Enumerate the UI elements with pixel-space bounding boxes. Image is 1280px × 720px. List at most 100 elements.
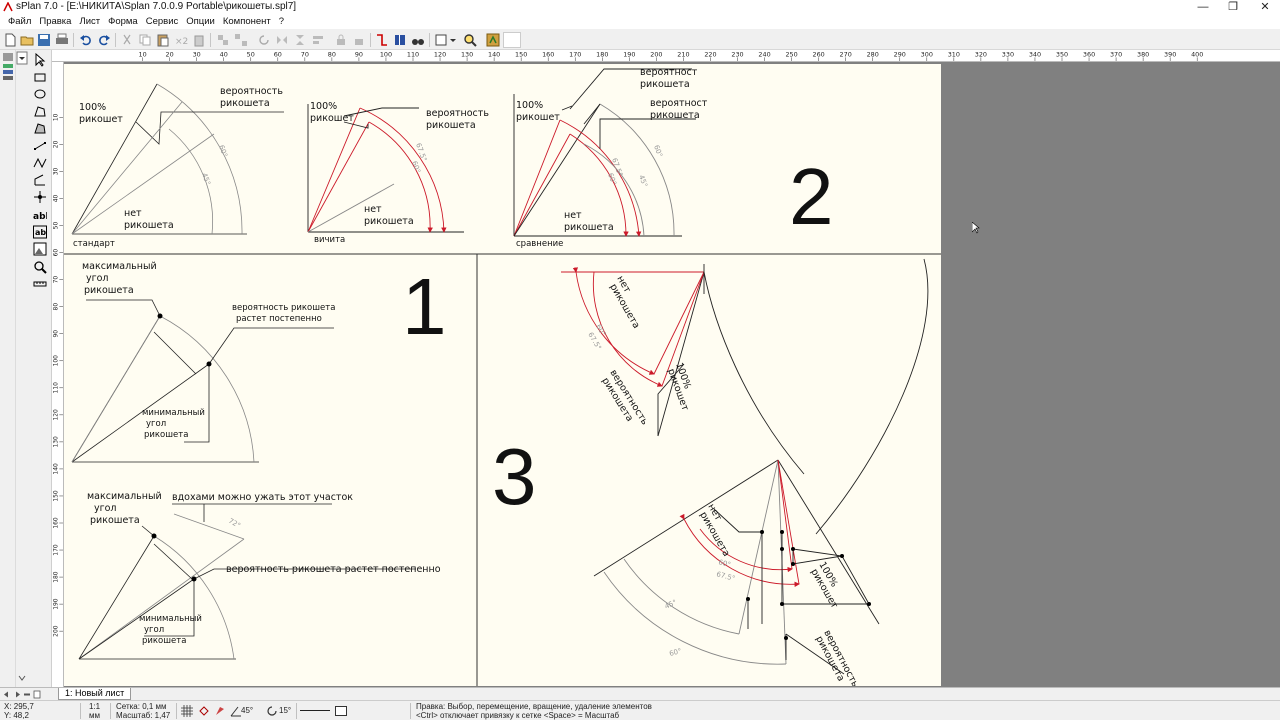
binoculars-icon[interactable]: [410, 32, 426, 48]
menu-options[interactable]: Опции: [182, 15, 219, 29]
scroll-down-icon[interactable]: [16, 670, 28, 686]
section-1-label: 1: [402, 262, 447, 351]
v-ruler-label: 10: [53, 113, 60, 121]
section-2-label: 2: [789, 152, 834, 241]
select-arrow-icon[interactable]: [30, 52, 50, 68]
h-ruler-label: 310: [948, 50, 960, 58]
arc-tool-icon[interactable]: [30, 172, 50, 188]
svg-text:ab: ab: [35, 228, 46, 237]
menu-component[interactable]: Компонент: [219, 15, 275, 29]
h-ruler-label: 370: [1110, 50, 1122, 58]
mirror-h-icon[interactable]: [274, 32, 290, 48]
h-ruler-label: 210: [677, 50, 689, 58]
h-ruler-label: 270: [840, 50, 852, 58]
vic-prob1: вероятность: [426, 108, 489, 119]
grid-toggle-icon[interactable]: [181, 705, 193, 717]
component-library-icon[interactable]: [485, 32, 501, 48]
vertical-ruler: 10 20 30 40 50 60 70 80 90 100 110 120 130 140 150 160 1…: [52, 62, 64, 687]
ellipse-tool-icon[interactable]: [30, 86, 50, 102]
h-ruler-label: 140: [488, 50, 500, 58]
std-prob2: рикошета: [220, 98, 270, 109]
rotate-icon[interactable]: [256, 32, 272, 48]
menu-service[interactable]: Сервис: [142, 15, 183, 29]
undo-icon[interactable]: [78, 32, 94, 48]
m2-max2: угол: [94, 503, 117, 514]
filled-polygon-tool-icon[interactable]: [30, 120, 50, 136]
mirror-v-icon[interactable]: [292, 32, 308, 48]
save-icon[interactable]: [36, 32, 52, 48]
minimize-button[interactable]: —: [1188, 0, 1218, 15]
h-ruler-label: 380: [1137, 50, 1149, 58]
rotate-step-icon[interactable]: [266, 705, 278, 717]
v-ruler-label: 50: [53, 222, 60, 230]
figure-max-min-1[interactable]: [71, 299, 334, 463]
v-ruler-label: 110: [53, 382, 60, 394]
rectangle-tool-icon[interactable]: [30, 69, 50, 85]
lock-icon[interactable]: [333, 32, 349, 48]
h-ruler-label: 220: [704, 50, 716, 58]
redo-icon[interactable]: [96, 32, 112, 48]
h-ruler-label: 70: [301, 50, 309, 58]
copy-icon[interactable]: [137, 32, 153, 48]
std-no2: рикошета: [124, 220, 174, 231]
line-tool-icon[interactable]: [30, 138, 50, 154]
library-strip[interactable]: [0, 50, 16, 687]
cut-icon[interactable]: [119, 32, 135, 48]
connect-icon[interactable]: [374, 32, 390, 48]
zoom-icon[interactable]: [462, 32, 478, 48]
book-icon[interactable]: [392, 32, 408, 48]
polygon-tool-icon[interactable]: [30, 103, 50, 119]
pin-icon[interactable]: [214, 705, 226, 717]
menu-file[interactable]: Файл: [4, 15, 35, 29]
unlock-icon[interactable]: [351, 32, 367, 48]
close-button[interactable]: ✕: [1250, 0, 1280, 15]
drawing-sheet[interactable]: 2 1 3 100% рикошет вероятность рикошета …: [64, 64, 941, 686]
group-icon[interactable]: [215, 32, 231, 48]
menu-edit[interactable]: Правка: [35, 15, 75, 29]
figure-max-min-2[interactable]: [78, 503, 416, 660]
duplicate-icon[interactable]: ×2: [173, 32, 189, 48]
magnifier-tool-icon[interactable]: [30, 259, 50, 275]
image-tool-icon[interactable]: [30, 241, 50, 257]
new-file-icon[interactable]: [2, 32, 18, 48]
measure-tool-icon[interactable]: [30, 276, 50, 292]
text-tool-icon[interactable]: abl: [30, 207, 50, 223]
status-angle-1[interactable]: 45°: [241, 706, 253, 715]
tab-sheet-1[interactable]: 1: Новый лист: [58, 688, 132, 700]
ungroup-icon[interactable]: [233, 32, 249, 48]
h-ruler-label: 240: [758, 50, 770, 58]
junction-tool-icon[interactable]: [30, 189, 50, 205]
text-frame-tool-icon[interactable]: ab: [30, 224, 50, 240]
fill-style-icon[interactable]: [335, 706, 347, 716]
delete-icon[interactable]: [191, 32, 207, 48]
open-folder-icon[interactable]: [19, 32, 35, 48]
m2-note: вдохами можно ужать этот участок: [172, 492, 353, 503]
vic-no1: нет: [364, 204, 382, 215]
h-ruler-label: 390: [1164, 50, 1176, 58]
m2-max1: максимальный: [87, 491, 162, 502]
page-frame-icon[interactable]: [433, 32, 449, 48]
align-icon[interactable]: [310, 32, 326, 48]
print-icon[interactable]: [54, 32, 70, 48]
tab-navigation-icon[interactable]: [2, 690, 52, 699]
library-tree-icon[interactable]: [2, 52, 14, 92]
snap-toggle-icon[interactable]: [198, 705, 210, 717]
h-ruler-label: 80: [328, 50, 336, 58]
drawing-workspace[interactable]: 2 1 3 100% рикошет вероятность рикошета …: [64, 62, 1280, 687]
chevron-down-icon[interactable]: [449, 32, 457, 48]
menu-shape[interactable]: Форма: [104, 15, 142, 29]
menu-help[interactable]: ?: [275, 15, 288, 29]
status-angle-2[interactable]: 15°: [279, 706, 291, 715]
bezier-tool-icon[interactable]: [30, 155, 50, 171]
menu-sheet[interactable]: Лист: [75, 15, 104, 29]
line-style-icon[interactable]: [300, 709, 330, 712]
status-x: X: 295,7: [4, 702, 34, 711]
h-ruler-label: 260: [813, 50, 825, 58]
maximize-button[interactable]: ❐: [1218, 0, 1248, 15]
library-dropdown[interactable]: [16, 50, 28, 66]
h-ruler-label: 320: [975, 50, 987, 58]
vic-100: 100%: [310, 101, 337, 112]
library-panel-toggle[interactable]: [503, 32, 521, 48]
figure-compare[interactable]: [513, 68, 696, 237]
paste-icon[interactable]: [155, 32, 171, 48]
